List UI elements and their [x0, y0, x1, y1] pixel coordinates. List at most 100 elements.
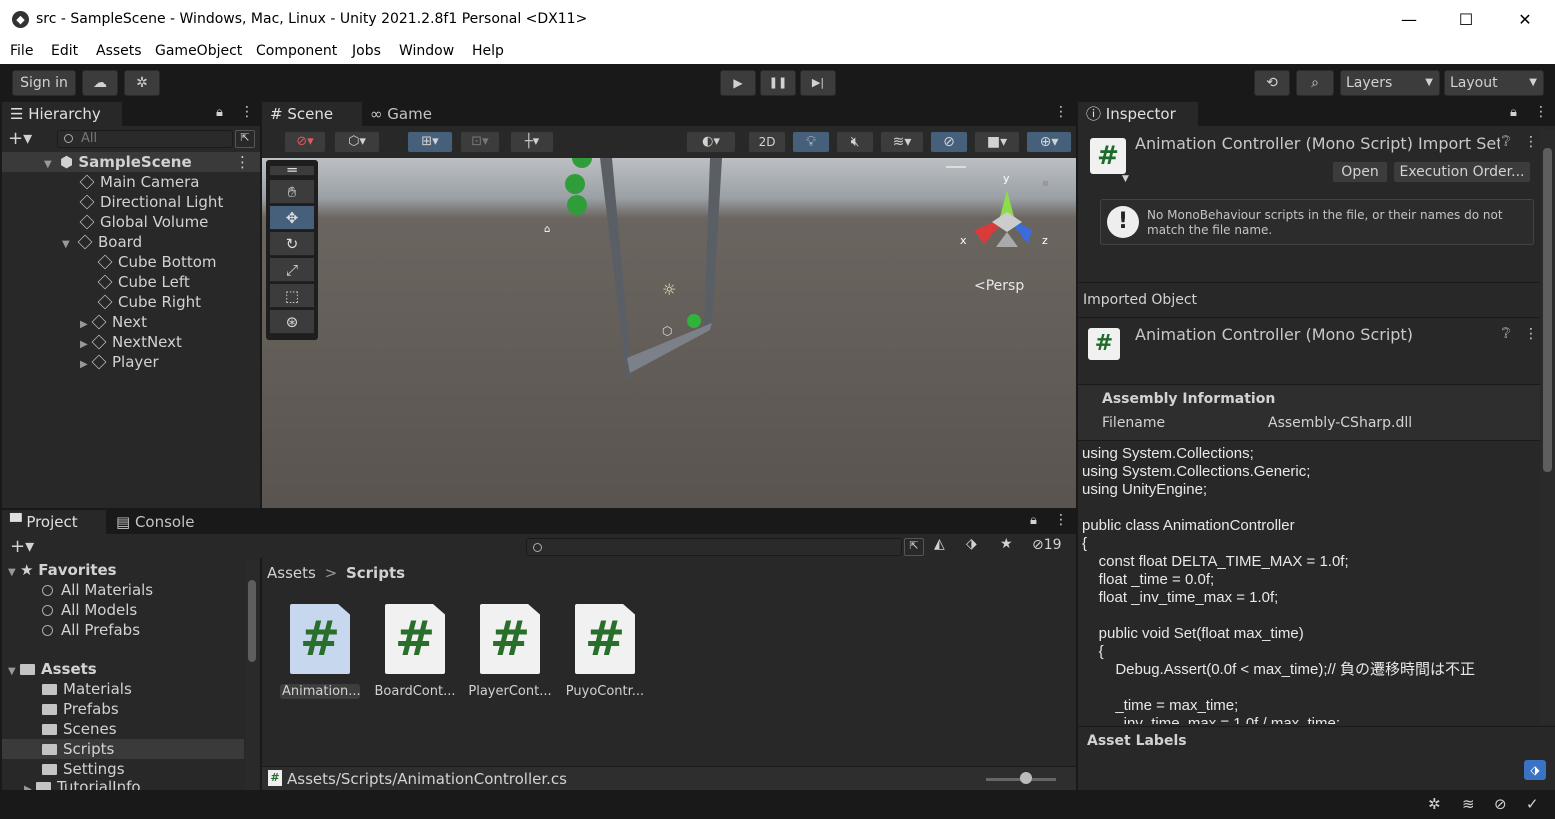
folder-item-selected[interactable]: Scripts	[2, 739, 244, 759]
kebab-menu-icon[interactable]: ⋮	[1054, 512, 1068, 528]
orbit-dropdown[interactable]: ◐▾	[686, 131, 736, 153]
lock-icon[interactable]: 🔒︎	[1030, 513, 1037, 528]
menu-file[interactable]: File	[10, 43, 33, 59]
debug-icon[interactable]: ✲	[1428, 795, 1441, 813]
inspector-scrollbar[interactable]	[1540, 130, 1555, 724]
help-icon[interactable]: ❔︎	[1502, 326, 1510, 342]
tree-item[interactable]: Cube Left	[97, 272, 190, 292]
tree-item[interactable]: ▼ Board	[62, 232, 142, 252]
script-asset[interactable]: # BoardCont...	[370, 604, 460, 699]
layout-dropdown[interactable]: Layout ▼	[1444, 70, 1544, 96]
cloud-icon[interactable]: ☁	[82, 70, 118, 96]
kebab-menu-icon[interactable]: ⋮	[1534, 104, 1548, 120]
search-options-icon[interactable]: ⇱	[235, 130, 255, 148]
project-search-input[interactable]	[526, 538, 902, 556]
sign-in-button[interactable]: Sign in	[12, 70, 76, 96]
folder-item[interactable]: ▶ TutorialInfo	[24, 779, 141, 790]
assets-header[interactable]: ▼ Assets	[8, 659, 97, 679]
camera-dropdown[interactable]: ■▾	[974, 131, 1020, 153]
hand-tool-icon[interactable]: ✋︎	[270, 180, 314, 204]
move-tool-icon[interactable]: ✥	[270, 206, 314, 230]
minimize-button[interactable]: —	[1386, 4, 1432, 36]
menu-component[interactable]: Component	[256, 43, 337, 59]
tree-item[interactable]: Main Camera	[79, 172, 199, 192]
breadcrumb-root[interactable]: Assets	[267, 564, 316, 582]
kebab-menu-icon[interactable]: ⋮	[1054, 104, 1068, 120]
orientation-gizmo[interactable]	[962, 172, 1052, 262]
tab-project[interactable]: ▀ Project	[2, 510, 106, 534]
gizmos-dropdown[interactable]: ⊕▾	[1026, 131, 1072, 153]
tab-hierarchy[interactable]: ☰ Hierarchy	[2, 102, 122, 126]
favorites-header[interactable]: ▼ ★ Favorites	[8, 560, 117, 580]
palette-handle-icon[interactable]: ═	[270, 163, 314, 178]
kebab-menu-icon[interactable]: ⋮	[1524, 326, 1538, 342]
maximize-button[interactable]: ☐	[1443, 4, 1489, 36]
tree-item[interactable]: ▶ Next	[80, 312, 147, 332]
tab-console[interactable]: ▤ Console	[108, 510, 208, 534]
ruler-dropdown[interactable]: ┼▾	[510, 131, 554, 153]
folder-item[interactable]: Scenes	[42, 719, 117, 739]
menu-window[interactable]: Window	[399, 43, 454, 59]
layers-dropdown[interactable]: Layers ▼	[1340, 70, 1440, 96]
audio-toggle-icon[interactable]: 🔇︎	[836, 131, 874, 153]
history-icon[interactable]: ⟲	[1254, 70, 1290, 96]
rotate-tool-icon[interactable]: ↻	[270, 232, 314, 256]
folder-item[interactable]: Materials	[42, 679, 132, 699]
projection-label[interactable]: <Persp	[974, 278, 1024, 294]
tree-item[interactable]: Directional Light	[79, 192, 223, 212]
pause-button[interactable]: ❚❚	[760, 70, 796, 96]
scrollbar-thumb[interactable]	[248, 580, 256, 662]
breadcrumb-current[interactable]: Scripts	[346, 564, 405, 582]
favorite-star-icon[interactable]: ★	[1000, 536, 1013, 552]
open-button[interactable]: Open	[1332, 161, 1388, 183]
scrollbar-thumb[interactable]	[1543, 148, 1552, 472]
scene-row[interactable]: ▼ ⬢ SampleScene ⋮	[2, 152, 260, 172]
rect-tool-icon[interactable]: ⬚	[270, 284, 314, 308]
layers-stack-icon[interactable]: ≋	[1462, 795, 1475, 813]
menu-help[interactable]: Help	[472, 43, 504, 59]
script-asset[interactable]: # PlayerCont...	[465, 604, 555, 699]
lighting-toggle-icon[interactable]: 💡︎	[792, 131, 830, 153]
lock-icon[interactable]: 🔒︎	[1510, 105, 1517, 120]
folder-item[interactable]: Settings	[42, 759, 125, 779]
draw-mode-dropdown[interactable]: ⊘▾	[284, 131, 326, 153]
script-asset[interactable]: # Animation...	[275, 604, 365, 699]
search-icon[interactable]: ⌕	[1296, 70, 1334, 96]
script-asset[interactable]: # PuyoContr...	[560, 604, 650, 699]
filter-by-label-icon[interactable]: ⬗	[966, 536, 977, 552]
grid-snap-toggle[interactable]: ⊞▾	[407, 131, 453, 153]
check-icon[interactable]: ✓	[1526, 795, 1539, 813]
transform-tool-icon[interactable]: ⊛	[270, 310, 314, 334]
list-item[interactable]: All Materials	[42, 580, 153, 600]
folder-item[interactable]: Prefabs	[42, 699, 119, 719]
filter-by-type-icon[interactable]: ◭	[934, 536, 945, 552]
menu-gameobject[interactable]: GameObject	[155, 43, 242, 59]
tag-icon[interactable]: ⬗	[1524, 760, 1546, 780]
toggle-2d-button[interactable]: 2D	[748, 131, 786, 153]
slider-thumb[interactable]	[1020, 772, 1032, 784]
render-mode-dropdown[interactable]: ⬡▾	[334, 131, 380, 153]
close-button[interactable]: ✕	[1502, 4, 1548, 36]
menu-jobs[interactable]: Jobs	[352, 43, 381, 59]
tab-game[interactable]: ∞ Game	[362, 102, 442, 126]
tab-inspector[interactable]: ⓘ Inspector	[1078, 102, 1198, 126]
tree-item[interactable]: Cube Bottom	[97, 252, 217, 272]
project-tree-scrollbar[interactable]	[245, 560, 259, 790]
kebab-menu-icon[interactable]: ⋮	[235, 152, 250, 172]
chevron-down-icon[interactable]: ▼	[1122, 174, 1129, 184]
execution-order-button[interactable]: Execution Order...	[1393, 161, 1531, 183]
list-item[interactable]: All Prefabs	[42, 620, 140, 640]
help-icon[interactable]: ❔︎	[1502, 134, 1510, 150]
cache-server-icon[interactable]: ⊘	[1494, 795, 1507, 813]
lock-icon[interactable]: 🔒︎	[216, 105, 223, 120]
scale-tool-icon[interactable]: ⤢	[270, 258, 314, 282]
tree-item[interactable]: ▶ Player	[80, 352, 159, 372]
snap-increment-dropdown[interactable]: ⊡▾	[460, 131, 500, 153]
create-asset-button[interactable]: +▾	[10, 536, 34, 557]
tree-item[interactable]: Global Volume	[79, 212, 208, 232]
hierarchy-search-input[interactable]: All	[57, 130, 233, 148]
kebab-menu-icon[interactable]: ⋮	[240, 104, 254, 120]
kebab-menu-icon[interactable]: ⋮	[1524, 134, 1538, 150]
tree-item[interactable]: Cube Right	[97, 292, 201, 312]
menu-assets[interactable]: Assets	[96, 43, 142, 59]
